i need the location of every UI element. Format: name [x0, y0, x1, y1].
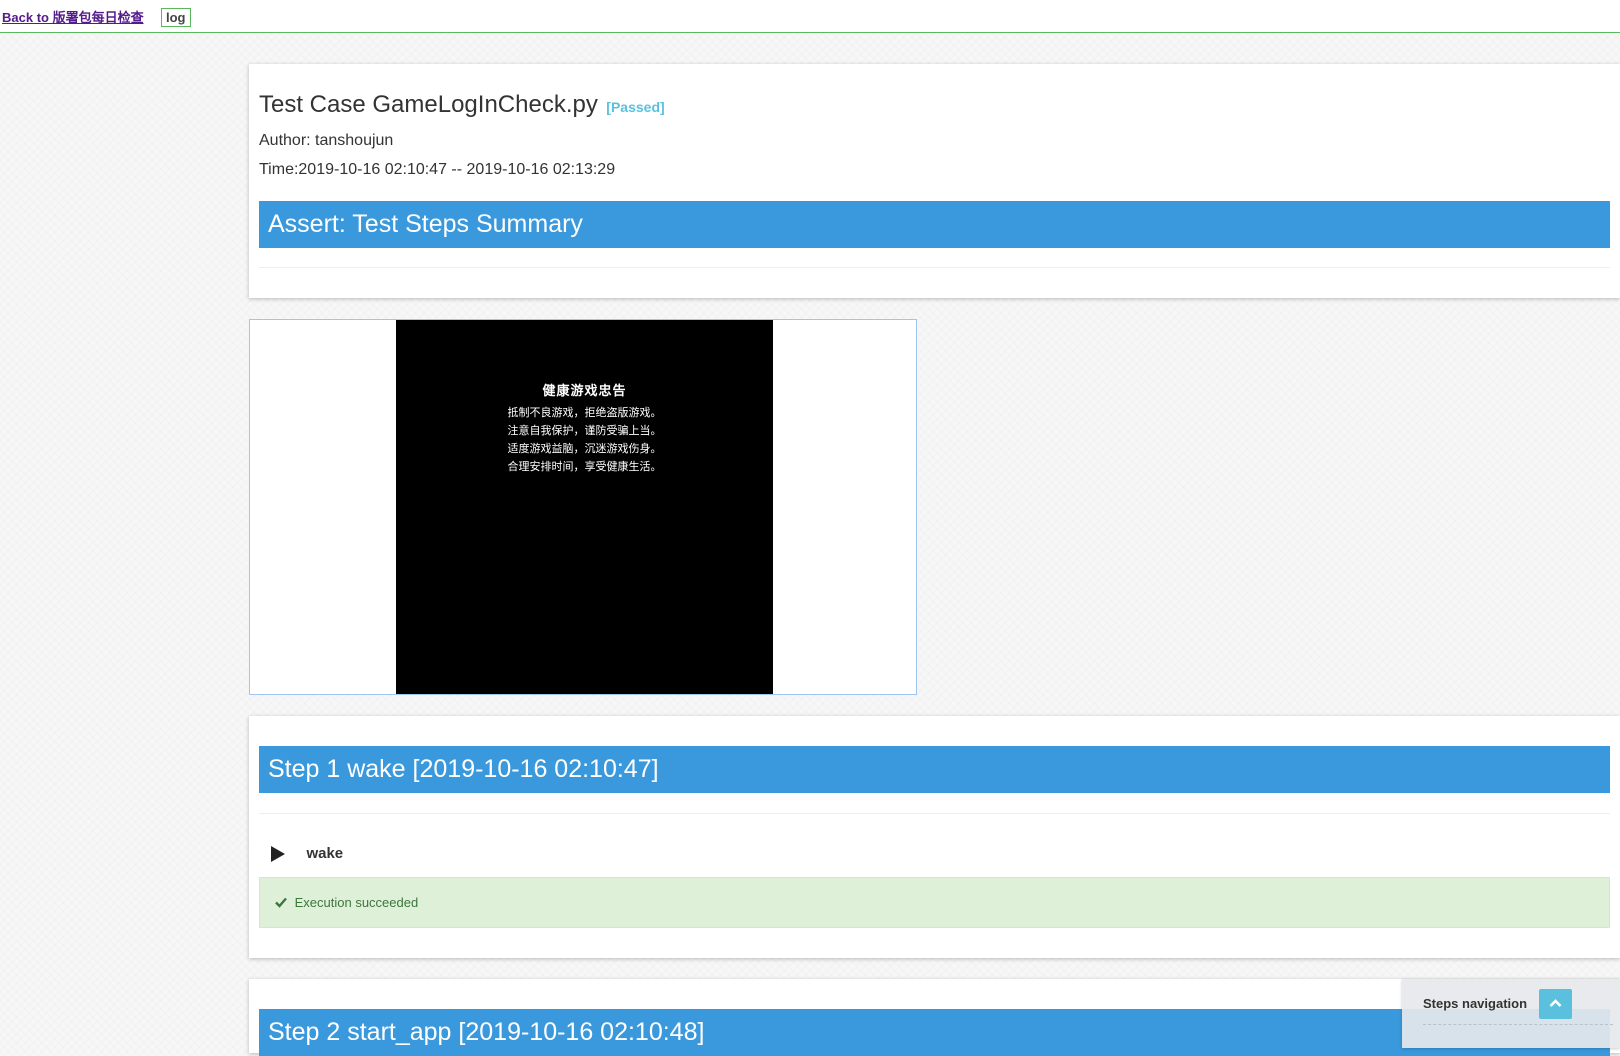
author-line: Author: tanshoujun: [259, 132, 394, 149]
step-panel-1: Step 1 wake [2019-10-16 02:10:47] wake E…: [249, 716, 1620, 958]
divider: [259, 813, 1610, 814]
test-case-title-row: Test Case GameLogInCheck.py [Passed]: [259, 91, 665, 119]
summary-header: Assert: Test Steps Summary: [259, 201, 1610, 248]
step-action[interactable]: wake: [271, 845, 343, 865]
navigation-list: [1423, 1024, 1613, 1033]
steps-navigation-label: Steps navigation: [1423, 996, 1528, 1011]
steps-navigation[interactable]: Steps navigation: [1402, 979, 1620, 1048]
summary-panel: Test Case GameLogInCheck.py [Passed] Aut…: [249, 64, 1620, 298]
test-case-title: Test Case GameLogInCheck.py: [259, 91, 598, 118]
advice-line: 抵制不良游戏，拒绝盗版游戏。: [507, 406, 662, 419]
step-screenshot[interactable]: 健康游戏忠告 抵制不良游戏，拒绝盗版游戏。 注意自我保护，谨防受骗上当。 适度游…: [249, 319, 917, 695]
advice-line: 适度游戏益脑，沉迷游戏伤身。: [507, 442, 662, 455]
play-icon[interactable]: [271, 845, 285, 862]
status-badge: [Passed]: [606, 99, 665, 115]
action-label: wake: [306, 845, 344, 863]
advice-title: 健康游戏忠告: [542, 384, 627, 399]
execution-result: Execution succeeded: [259, 877, 1610, 928]
divider: [259, 267, 1610, 268]
check-icon: [275, 897, 287, 908]
device-screen: 健康游戏忠告 抵制不良游戏，拒绝盗版游戏。 注意自我保护，谨防受骗上当。 适度游…: [396, 320, 773, 694]
advice-line: 注意自我保护，谨防受骗上当。: [507, 424, 662, 437]
health-advice: 健康游戏忠告 抵制不良游戏，拒绝盗版游戏。 注意自我保护，谨防受骗上当。 适度游…: [396, 380, 773, 476]
log-button[interactable]: log: [161, 8, 191, 27]
advice-line: 合理安排时间，享受健康生活。: [507, 460, 662, 473]
scroll-up-button[interactable]: [1539, 989, 1572, 1019]
execution-result-text: Execution succeeded: [294, 895, 419, 910]
step-header: Step 1 wake [2019-10-16 02:10:47]: [259, 746, 1610, 793]
time-line: Time:2019-10-16 02:10:47 -- 2019-10-16 0…: [259, 161, 616, 178]
back-link[interactable]: Back to 版署包每日检查: [2, 7, 144, 26]
chevron-up-icon: [1549, 999, 1562, 1007]
top-bar: Back to 版署包每日检查 log: [0, 0, 1620, 33]
